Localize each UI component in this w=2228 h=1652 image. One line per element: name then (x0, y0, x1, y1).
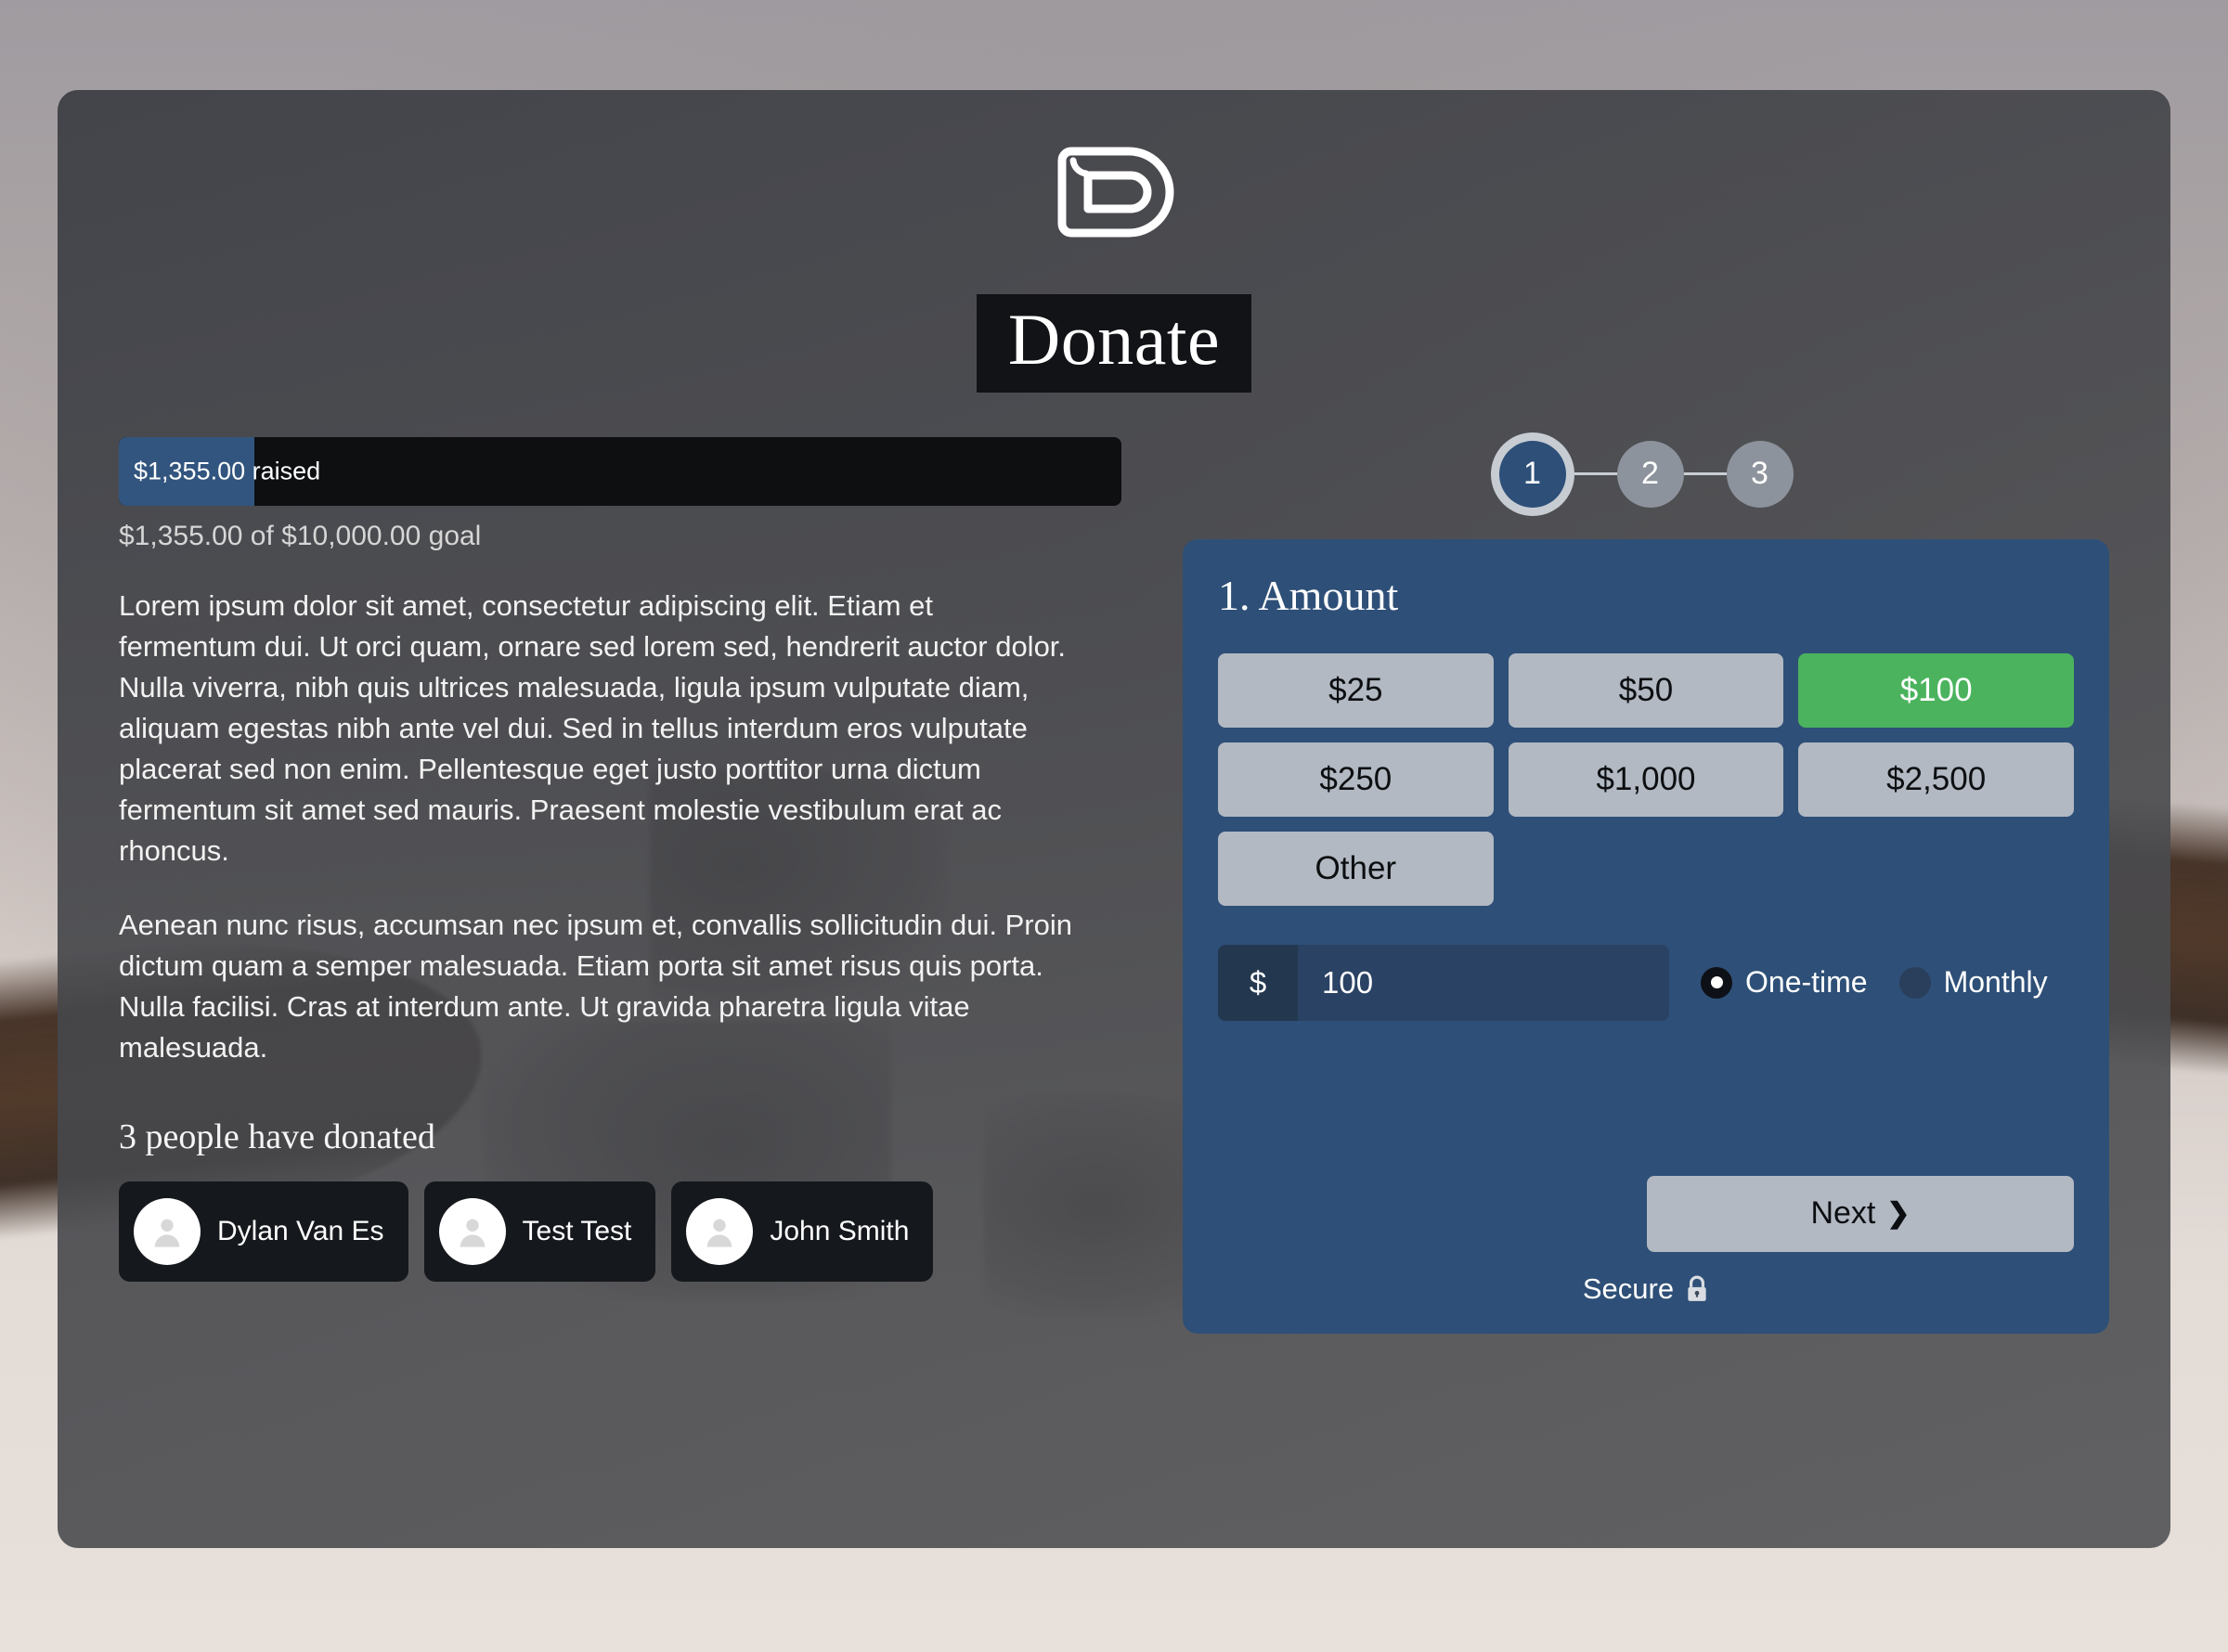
page-title: Donate (1007, 299, 1221, 380)
amount-preset-grid: $25 $50 $100 $250 $1,000 $2,500 Other (1218, 652, 2074, 906)
amount-preset-other[interactable]: Other (1218, 831, 1494, 906)
chevron-right-icon: ❯ (1886, 1198, 1911, 1230)
frequency-option-monthly[interactable]: Monthly (1898, 965, 2048, 1000)
donor-card[interactable]: Test Test (423, 1181, 656, 1282)
campaign-info-column: $1,355.00 raised $1,355.00 of $10,000.00… (119, 436, 1140, 1334)
amount-preset-25[interactable]: $25 (1218, 652, 1494, 728)
donor-name: Test Test (522, 1215, 632, 1246)
step-3-indicator[interactable]: 3 (1726, 440, 1794, 508)
donation-form-column: 1 2 3 1. Amount $25 $50 $100 $250 $1,000… (1183, 437, 2109, 1334)
next-button-label: Next (1810, 1195, 1876, 1232)
donate-card: Donate $1,355.00 raised $1,355.00 of $10… (58, 90, 2170, 1548)
step-indicator: 1 2 3 (1183, 440, 2109, 508)
radio-unselected-icon[interactable] (1898, 966, 1931, 999)
frequency-option-one-time[interactable]: One-time (1701, 965, 1868, 1000)
amount-preset-100[interactable]: $100 (1798, 652, 2074, 728)
progress-raised-label: $1,355.00 raised (134, 457, 321, 485)
user-avatar-icon (134, 1197, 201, 1265)
amount-entry-row: $ One-time Monthly (1218, 944, 2074, 1021)
step-2-indicator[interactable]: 2 (1616, 440, 1684, 508)
step-connector-1 (1574, 472, 1617, 476)
donor-list: Dylan Van Es Test Test John Smith (119, 1181, 1140, 1282)
page-title-banner: Donate (976, 294, 1252, 393)
step-connector-2 (1683, 472, 1727, 476)
amount-preset-250[interactable]: $250 (1218, 742, 1494, 817)
progress-goal-label: $1,355.00 of $10,000.00 goal (119, 520, 482, 551)
secure-badge: Secure (1583, 1272, 1709, 1306)
donor-name: John Smith (770, 1215, 910, 1246)
user-avatar-icon (438, 1197, 506, 1265)
next-button[interactable]: Next ❯ (1647, 1175, 2074, 1252)
currency-symbol: $ (1218, 944, 1298, 1021)
custom-amount-field[interactable]: $ (1218, 944, 1669, 1021)
amount-preset-2500[interactable]: $2,500 (1798, 742, 2074, 817)
card-header: Donate (58, 90, 2170, 393)
custom-amount-input[interactable] (1298, 944, 1669, 1021)
user-avatar-icon (686, 1197, 754, 1265)
amount-panel: 1. Amount $25 $50 $100 $250 $1,000 $2,50… (1183, 538, 2109, 1334)
donor-card[interactable]: Dylan Van Es (119, 1181, 408, 1282)
donors-heading: 3 people have donated (119, 1116, 435, 1156)
frequency-label-one-time: One-time (1745, 965, 1868, 1000)
campaign-paragraph-2: Aenean nunc risus, accumsan nec ipsum et… (119, 908, 1072, 1064)
amount-panel-heading: 1. Amount (1218, 571, 1399, 619)
secure-label: Secure (1582, 1271, 1675, 1305)
radio-selected-icon[interactable] (1701, 966, 1732, 999)
donately-d-logo-icon (1057, 147, 1174, 238)
amount-panel-footer: Next ❯ Secure (1218, 1175, 2074, 1306)
frequency-label-monthly: Monthly (1943, 965, 2048, 1000)
amount-preset-1000[interactable]: $1,000 (1508, 742, 1784, 817)
step-1-indicator[interactable]: 1 (1498, 440, 1566, 508)
campaign-paragraph-1: Lorem ipsum dolor sit amet, consectetur … (119, 588, 1067, 867)
lock-icon (1688, 1275, 1706, 1301)
donor-name: Dylan Van Es (217, 1215, 384, 1246)
card-body: $1,355.00 raised $1,355.00 of $10,000.00… (58, 393, 2170, 1334)
donor-card[interactable]: John Smith (671, 1181, 934, 1282)
amount-preset-50[interactable]: $50 (1508, 652, 1784, 728)
progress-bar: $1,355.00 raised (119, 436, 1121, 506)
